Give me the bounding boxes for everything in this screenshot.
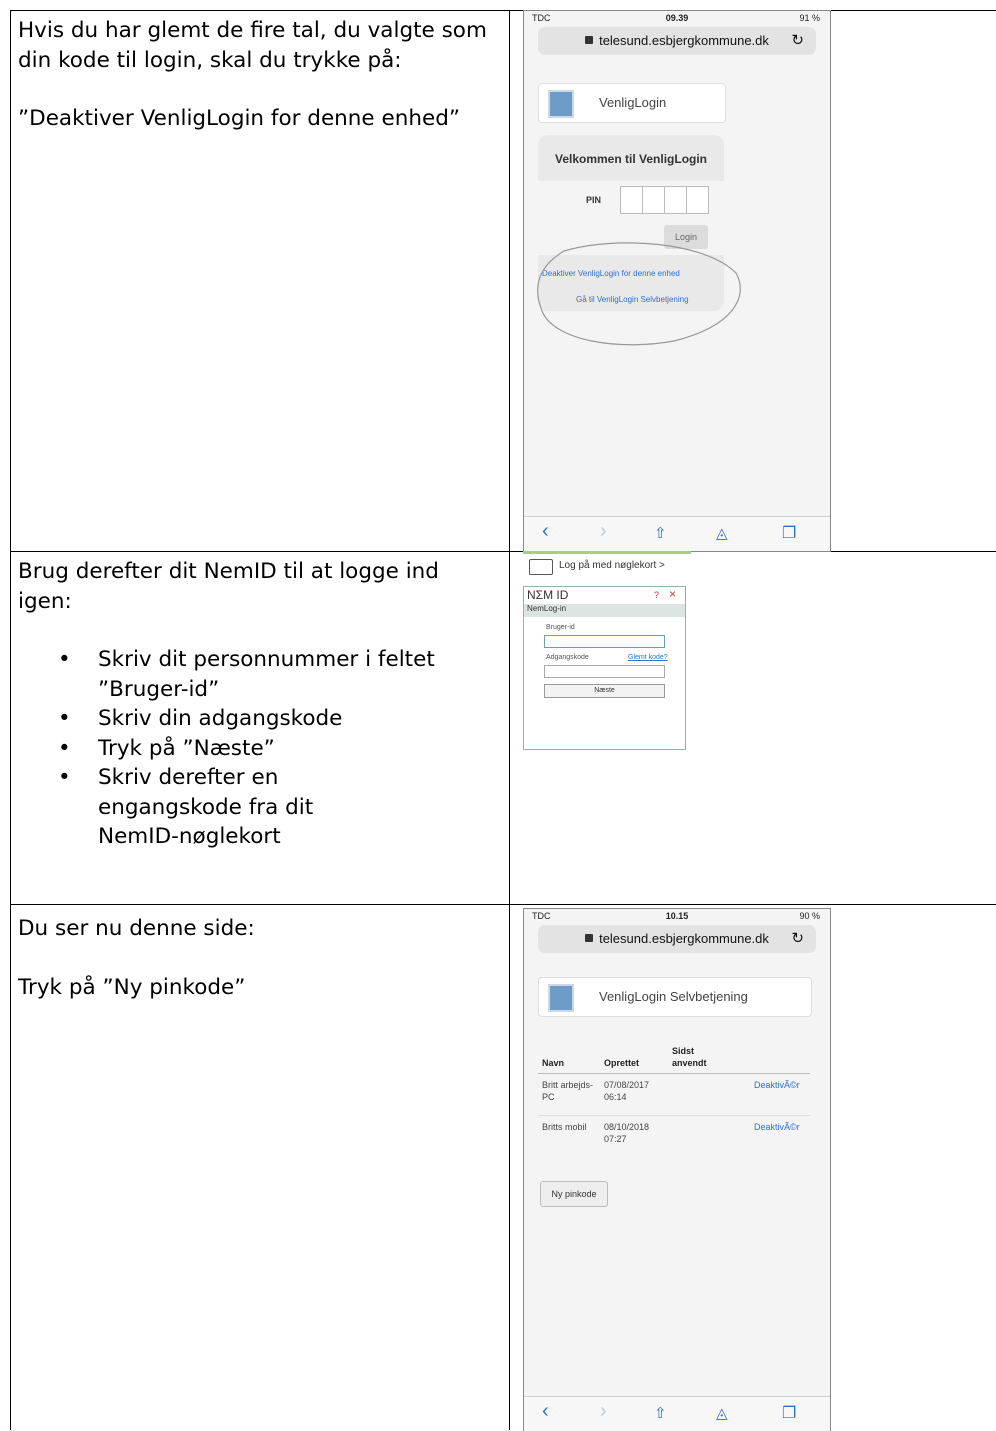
row1-text: Hvis du har glemt de fire tal, du valgte… bbox=[18, 16, 498, 134]
row1-paragraph-1: Hvis du har glemt de fire tal, du valgte… bbox=[18, 18, 487, 73]
row3-paragraph-2: Tryk på ”Ny pinkode” bbox=[18, 974, 246, 1000]
device-name: Britts mobil bbox=[542, 1122, 587, 1132]
tabs-icon[interactable]: ❐ bbox=[782, 523, 796, 543]
table-border-left bbox=[10, 10, 11, 1430]
back-icon[interactable]: ‹ bbox=[542, 1400, 549, 1423]
created-time: 07:27 bbox=[604, 1134, 627, 1144]
lock-icon bbox=[585, 934, 594, 942]
password-input[interactable] bbox=[544, 665, 665, 678]
table-column-divider bbox=[509, 10, 510, 1430]
col-header-last-used-line1: Sidst bbox=[672, 1046, 695, 1056]
bookmarks-icon[interactable]: ◬ bbox=[716, 1404, 728, 1422]
login-screenshot: TDC 09.39 91 % telesund.esbjergkommune.d… bbox=[523, 10, 831, 552]
table-row: Britt arbejds- PC 07/08/2017 06:14 Deakt… bbox=[542, 1079, 812, 1113]
device-name-line2: PC bbox=[542, 1092, 555, 1102]
col-header-name: Navn bbox=[542, 1058, 565, 1068]
list-item: Skriv dit personnummer i feltet ”Bruger-… bbox=[58, 645, 498, 704]
col-header-last-used: Sidst anvendt bbox=[672, 1045, 707, 1069]
col-header-last-used-line2: anvendt bbox=[672, 1058, 707, 1068]
col-header-created: Oprettet bbox=[604, 1058, 640, 1068]
help-icon[interactable]: ? bbox=[654, 590, 659, 600]
share-icon[interactable]: ⇧ bbox=[654, 1404, 667, 1422]
table-divider bbox=[538, 1073, 810, 1074]
brand-name: VenligLogin Selvbetjening bbox=[599, 989, 748, 1004]
nemid-login-box: NΣM ID ? × NemLog-in Bruger-id Adgangsko… bbox=[523, 586, 686, 750]
municipality-logo-icon bbox=[548, 984, 574, 1012]
status-bar: TDC 10.15 90 % bbox=[524, 909, 830, 923]
brand-header: VenligLogin Selvbetjening bbox=[538, 977, 812, 1017]
table-row-divider bbox=[10, 904, 996, 905]
battery: 90 % bbox=[799, 911, 820, 921]
row2-text: Brug derefter dit NemID til at logge ind… bbox=[18, 557, 498, 852]
created-date: 08/10/2018 bbox=[604, 1122, 650, 1132]
share-icon[interactable]: ⇧ bbox=[654, 524, 667, 542]
deactivate-link[interactable]: DeaktivÃ©r bbox=[754, 1121, 800, 1133]
url-text: telesund.esbjergkommune.dk bbox=[599, 931, 769, 946]
created-time: 06:14 bbox=[604, 1092, 627, 1102]
nemid-logo: NΣM ID bbox=[527, 588, 569, 602]
back-icon[interactable]: ‹ bbox=[542, 520, 549, 543]
nemid-subtitle: NemLog-in bbox=[524, 604, 685, 617]
user-id-label: Bruger-id bbox=[546, 624, 575, 631]
password-label: Adgangskode bbox=[546, 654, 589, 661]
card-icon bbox=[529, 559, 553, 575]
address-bar[interactable]: telesund.esbjergkommune.dk ↻ bbox=[538, 925, 816, 953]
row3-paragraph-1: Du ser nu denne side: bbox=[18, 916, 255, 941]
browser-toolbar: ‹ › ⇧ ◬ ❐ bbox=[524, 1396, 830, 1431]
next-button[interactable]: Næste bbox=[544, 684, 665, 698]
selfservice-screenshot: TDC 10.15 90 % telesund.esbjergkommune.d… bbox=[523, 908, 831, 1431]
row1-paragraph-2: ”Deaktiver VenligLogin for denne enhed” bbox=[18, 106, 460, 131]
user-id-input[interactable] bbox=[544, 635, 665, 648]
table-divider bbox=[538, 1115, 810, 1116]
table-border-top bbox=[10, 10, 996, 11]
tabs-icon[interactable]: ❐ bbox=[782, 1403, 796, 1423]
forgot-password-link[interactable]: Glemt kode? bbox=[628, 654, 668, 661]
close-icon[interactable]: × bbox=[669, 587, 676, 601]
device-name: Britt arbejds- PC bbox=[542, 1079, 593, 1103]
forward-icon[interactable]: › bbox=[600, 1400, 607, 1423]
login-with-keycard-link[interactable]: Log på med nøglekort > bbox=[559, 560, 665, 571]
device-created: 07/08/2017 06:14 bbox=[604, 1079, 649, 1103]
table-row: Britts mobil 08/10/2018 07:27 DeaktivÃ©r bbox=[542, 1121, 812, 1155]
created-date: 07/08/2017 bbox=[604, 1080, 650, 1090]
forward-icon[interactable]: › bbox=[600, 520, 607, 543]
device-name-line1: Britt arbejds- bbox=[542, 1080, 594, 1090]
list-item: Skriv derefter en engangskode fra dit Ne… bbox=[58, 763, 498, 852]
new-pin-button[interactable]: Ny pinkode bbox=[540, 1181, 608, 1207]
row2-intro: Brug derefter dit NemID til at logge ind… bbox=[18, 559, 439, 614]
nemid-top-strip: Log på med nøglekort > bbox=[523, 551, 691, 582]
row3-text: Du ser nu denne side: Tryk på ”Ny pinkod… bbox=[18, 914, 498, 1002]
instruction-list: Skriv dit personnummer i feltet ”Bruger-… bbox=[18, 645, 498, 852]
device-created: 08/10/2018 07:27 bbox=[604, 1121, 649, 1145]
deactivate-link[interactable]: DeaktivÃ©r bbox=[754, 1079, 800, 1091]
reload-icon[interactable]: ↻ bbox=[791, 925, 804, 953]
hand-drawn-circle bbox=[537, 242, 741, 346]
bookmarks-icon[interactable]: ◬ bbox=[716, 524, 728, 542]
table-row-divider bbox=[10, 551, 996, 552]
clock: 10.15 bbox=[665, 911, 689, 921]
list-item: Tryk på ”Næste” bbox=[58, 734, 498, 764]
list-item: Skriv din adgangskode bbox=[58, 704, 498, 734]
browser-toolbar: ‹ › ⇧ ◬ ❐ bbox=[524, 516, 830, 551]
